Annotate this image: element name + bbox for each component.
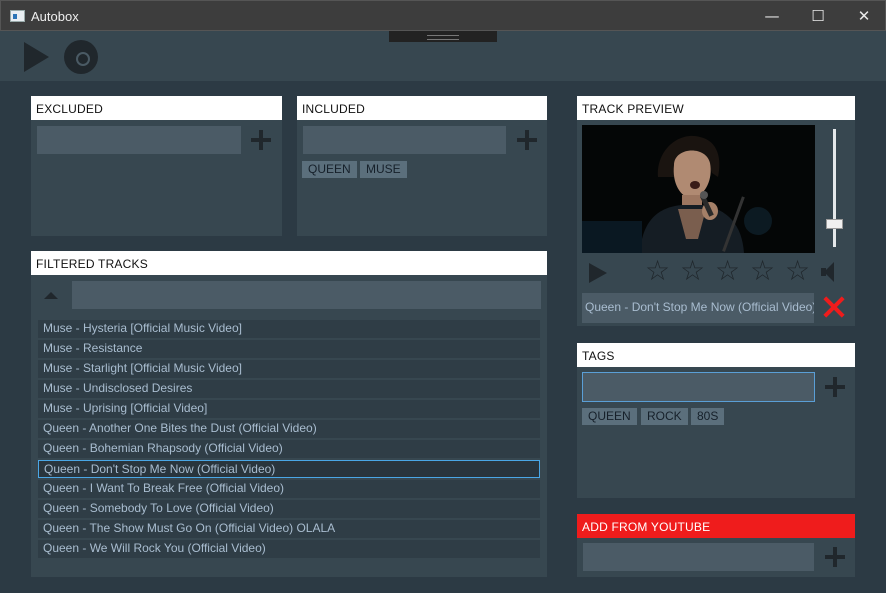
track-list: Muse - Hysteria [Official Music Video] M… bbox=[38, 320, 540, 560]
preview-play-icon[interactable] bbox=[589, 263, 607, 283]
track-row[interactable]: Queen - Bohemian Rhapsody (Official Vide… bbox=[38, 440, 540, 458]
add-excluded-icon[interactable] bbox=[251, 130, 271, 150]
rating-star-icon[interactable]: ☆ bbox=[715, 257, 740, 285]
speaker-icon[interactable] bbox=[821, 262, 835, 282]
youtube-url-input[interactable] bbox=[583, 543, 814, 571]
volume-slider-track[interactable] bbox=[833, 129, 836, 247]
track-tag[interactable]: 80S bbox=[691, 408, 725, 425]
excluded-input[interactable] bbox=[37, 126, 241, 154]
app-icon bbox=[10, 10, 25, 22]
included-input[interactable] bbox=[303, 126, 506, 154]
filtered-tracks-panel: FILTERED TRACKS Muse - Hysteria [Officia… bbox=[31, 251, 547, 577]
toolbar bbox=[0, 31, 886, 81]
rating-star-icon[interactable]: ☆ bbox=[645, 257, 670, 285]
volume-slider-thumb[interactable] bbox=[826, 219, 843, 229]
add-tag-icon[interactable] bbox=[825, 377, 845, 397]
track-preview-title: TRACK PREVIEW bbox=[577, 96, 855, 120]
sort-up-icon[interactable] bbox=[44, 292, 58, 299]
tags-panel: TAGS QUEEN ROCK 80S bbox=[577, 343, 855, 498]
now-playing-field: Queen - Don't Stop Me Now (Official Vide… bbox=[582, 293, 814, 323]
filtered-tracks-title: FILTERED TRACKS bbox=[31, 251, 547, 275]
window-title: Autobox bbox=[31, 9, 79, 24]
tag-input[interactable] bbox=[582, 372, 815, 402]
included-tag[interactable]: MUSE bbox=[360, 161, 407, 178]
rating-star-icon[interactable]: ☆ bbox=[785, 257, 810, 285]
add-youtube-icon[interactable] bbox=[825, 547, 845, 567]
maximize-button[interactable]: ☐ bbox=[795, 1, 841, 31]
track-row[interactable]: Queen - We Will Rock You (Official Video… bbox=[38, 540, 540, 558]
youtube-panel: ADD FROM YOUTUBE bbox=[577, 514, 855, 577]
included-tag[interactable]: QUEEN bbox=[302, 161, 357, 178]
video-player[interactable] bbox=[582, 125, 815, 253]
video-frame bbox=[582, 125, 815, 253]
play-icon[interactable] bbox=[24, 42, 49, 72]
vinyl-disc-icon[interactable] bbox=[64, 40, 98, 74]
included-panel: INCLUDED QUEEN MUSE bbox=[297, 96, 547, 236]
remove-track-icon[interactable] bbox=[823, 296, 845, 318]
included-title: INCLUDED bbox=[297, 96, 547, 120]
track-row[interactable]: Muse - Starlight [Official Music Video] bbox=[38, 360, 540, 378]
add-included-icon[interactable] bbox=[517, 130, 537, 150]
title-bar: Autobox — ☐ ✕ bbox=[0, 0, 886, 31]
tags-title: TAGS bbox=[577, 343, 855, 367]
excluded-panel: EXCLUDED bbox=[31, 96, 282, 236]
track-row[interactable]: Muse - Uprising [Official Video] bbox=[38, 400, 540, 418]
track-tag[interactable]: ROCK bbox=[641, 408, 688, 425]
track-row[interactable]: Muse - Resistance bbox=[38, 340, 540, 358]
track-search-input[interactable] bbox=[72, 281, 541, 309]
track-row[interactable]: Queen - Another One Bites the Dust (Offi… bbox=[38, 420, 540, 438]
rating-star-icon[interactable]: ☆ bbox=[750, 257, 775, 285]
youtube-title: ADD FROM YOUTUBE bbox=[577, 514, 855, 538]
track-row[interactable]: Queen - The Show Must Go On (Official Vi… bbox=[38, 520, 540, 538]
minimize-button[interactable]: — bbox=[749, 1, 795, 31]
track-row-selected[interactable]: Queen - Don't Stop Me Now (Official Vide… bbox=[38, 460, 540, 478]
track-row[interactable]: Queen - I Want To Break Free (Official V… bbox=[38, 480, 540, 498]
rating-star-icon[interactable]: ☆ bbox=[680, 257, 705, 285]
track-tag[interactable]: QUEEN bbox=[582, 408, 637, 425]
close-button[interactable]: ✕ bbox=[841, 1, 886, 31]
drag-handle[interactable] bbox=[389, 31, 497, 42]
track-row[interactable]: Muse - Undisclosed Desires bbox=[38, 380, 540, 398]
track-preview-panel: TRACK PREVIEW ☆ ☆ ☆ ☆ ☆ Queen - Don't St… bbox=[577, 96, 855, 326]
excluded-title: EXCLUDED bbox=[31, 96, 282, 120]
track-row[interactable]: Muse - Hysteria [Official Music Video] bbox=[38, 320, 540, 338]
track-row[interactable]: Queen - Somebody To Love (Official Video… bbox=[38, 500, 540, 518]
